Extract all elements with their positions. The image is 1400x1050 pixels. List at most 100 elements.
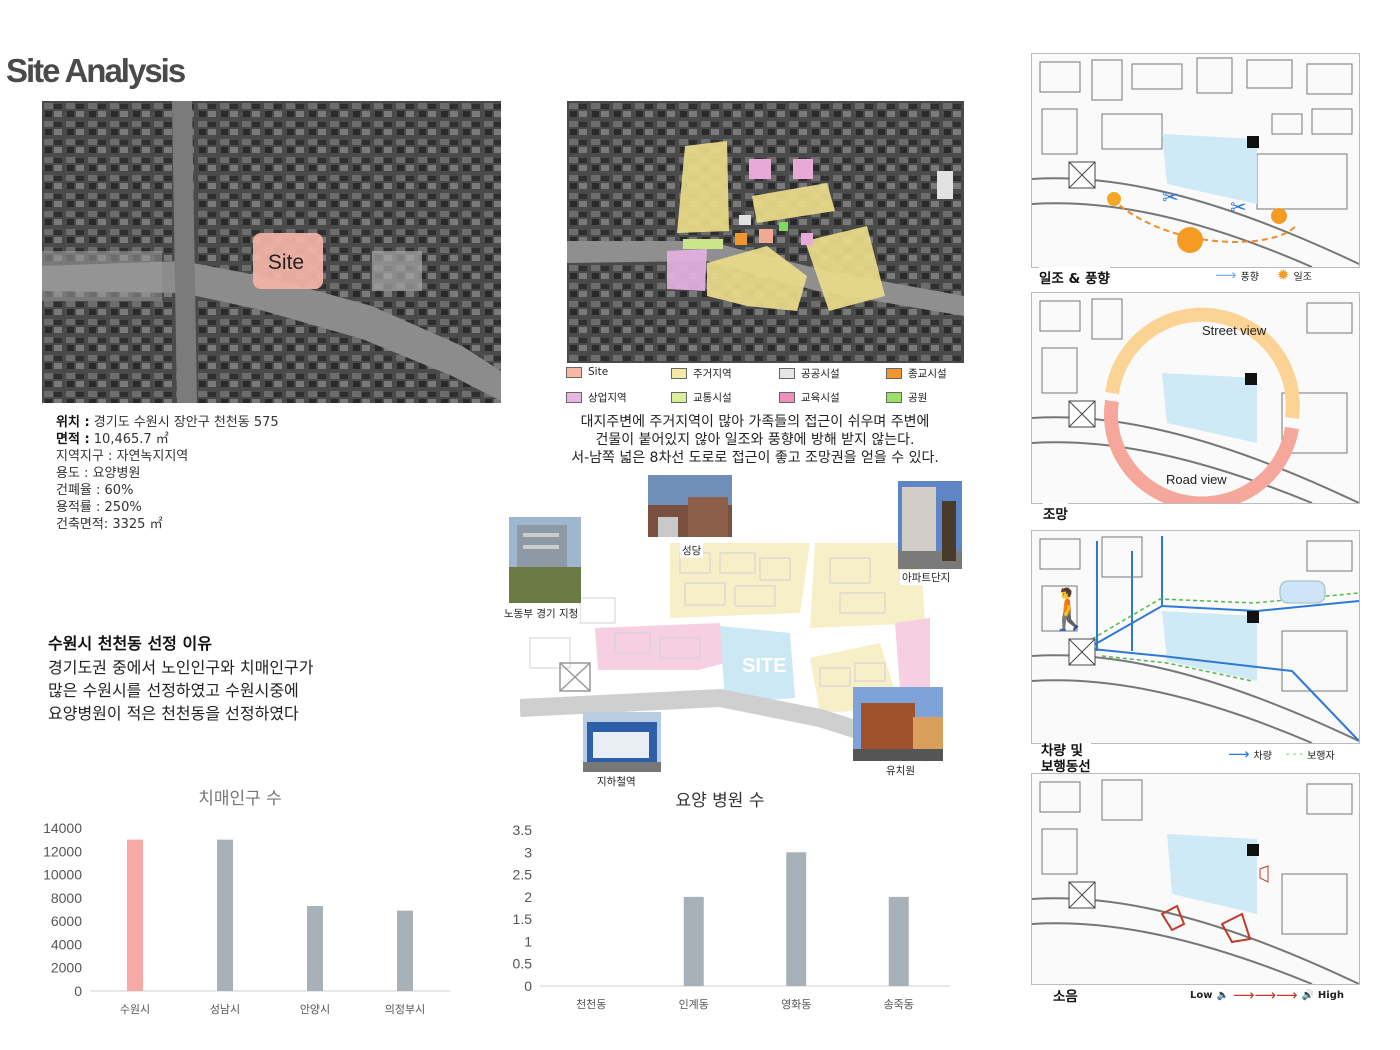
- view-panel: Street view Road view: [1031, 292, 1360, 504]
- legend-swatch: [671, 392, 687, 403]
- hospital-bar-chart: 0 0.5 1 1.5 2 2.5 3 3.5 천천동 인계동 영화동 송죽동: [513, 822, 950, 1011]
- kindergarten-label: 유치원: [884, 763, 917, 778]
- x-tick-label: 의정부시: [385, 1003, 425, 1016]
- apartment-label: 아파트단지: [900, 570, 953, 585]
- svg-text:✂: ✂: [1230, 195, 1247, 219]
- legend-swatch: [886, 392, 902, 403]
- noise-legend: Low 🔈 ⟶⟶⟶ 🔊 High: [1190, 986, 1344, 1004]
- x-tick-label: 송죽동: [884, 998, 914, 1011]
- wind-legend-label: 풍향: [1240, 271, 1259, 283]
- legend-item: 공원: [886, 390, 927, 405]
- bar: [397, 910, 413, 991]
- aerial-site-label: Site: [268, 251, 304, 274]
- hospital-chart-title: 요양 병원 수: [675, 791, 765, 811]
- site-info: 위치 : 경기도 수원시 장안구 천천동 575 면적 : 10,465.7 ㎡…: [56, 414, 279, 533]
- y-tick-label: 2000: [51, 960, 82, 976]
- legend-item: 교육시설: [779, 390, 840, 405]
- info-location: 위치 : 경기도 수원시 장안구 천천동 575: [56, 415, 279, 430]
- noise-panel: [1031, 773, 1360, 985]
- info-use: 용도 : 요양병원: [56, 466, 141, 481]
- y-tick-label: 2: [524, 889, 532, 905]
- pedestrian-icon: 🚶: [1044, 586, 1094, 633]
- legend-item: 공공시설: [779, 366, 840, 381]
- y-tick-label: 12000: [43, 843, 82, 859]
- y-tick-label: 0.5: [513, 956, 533, 972]
- sun-legend-label: 일조: [1293, 271, 1312, 283]
- legend-label: 교육시설: [801, 392, 840, 404]
- high-label: High: [1317, 989, 1344, 1001]
- pedestrian-line-icon: - - -: [1285, 748, 1304, 760]
- dementia-bar-chart: 0 2000 4000 6000 8000 10000 12000 14000 수원시 성남시 안양…: [43, 820, 450, 1016]
- y-tick-label: 4000: [51, 936, 82, 952]
- y-tick-label: 3.5: [513, 822, 533, 838]
- y-tick-label: 8000: [51, 890, 82, 906]
- y-tick-label: 6000: [51, 913, 82, 929]
- car-icon: [1279, 580, 1326, 604]
- desc-line-1: 대지주변에 주거지역이 많아 가족들의 접근이 쉬우며 주변에: [580, 414, 930, 430]
- legend-swatch: [566, 392, 582, 403]
- aerial-photo: Site: [42, 101, 501, 403]
- kindergarten-photo: [853, 687, 943, 761]
- legend-label: 공공시설: [801, 368, 840, 380]
- legend-label: 교통시설: [693, 392, 732, 404]
- x-tick-label: 천천동: [576, 997, 606, 1011]
- traffic-legend: ⟶ 차량 - - - 보행자: [1228, 745, 1335, 763]
- reason-line-2: 많은 수원시를 선정하였고 수원시중에: [48, 681, 299, 700]
- bar: [786, 852, 807, 986]
- y-tick-label: 1: [524, 933, 532, 949]
- noise-arrow-icon: ⟶⟶⟶: [1232, 986, 1298, 1004]
- zoning-map: [567, 101, 964, 363]
- high-speaker-icon: 🔊: [1301, 989, 1314, 1001]
- legend-item: 교통시설: [671, 390, 732, 405]
- svg-text:✂: ✂: [1162, 185, 1179, 209]
- y-tick-label: 0: [524, 978, 532, 994]
- legend-item: 종교시설: [886, 366, 947, 381]
- info-far: 용적률 : 250%: [56, 500, 142, 515]
- legend-label: 종교시설: [908, 368, 947, 380]
- x-tick-label: 수원시: [120, 1003, 150, 1016]
- reason-line-1: 경기도권 중에서 노인인구와 치매인구가: [48, 658, 314, 677]
- labor-office-label: 노동부 경기 지청: [502, 606, 581, 621]
- reason-line-3: 요양병원이 적은 천천동을 선정하였다: [48, 704, 299, 723]
- y-tick-label: 2.5: [513, 867, 533, 883]
- pedestrian-legend-label: 보행자: [1307, 750, 1335, 762]
- y-tick-label: 0: [74, 983, 82, 999]
- wind-arrow-icon: ⟶: [1215, 266, 1237, 284]
- legend-swatch: [779, 368, 795, 379]
- bar: [127, 839, 143, 991]
- bar: [888, 896, 909, 986]
- street-view-label: Street view: [1202, 323, 1267, 338]
- info-building-area: 건축면적: 3325 ㎡: [56, 517, 163, 532]
- sun-wind-label: 일조 & 풍향: [1039, 267, 1110, 287]
- speaker-icon: [1220, 912, 1252, 944]
- legend-label: Site: [588, 366, 609, 378]
- legend-label: 공원: [908, 392, 928, 404]
- legend-label: 주거지역: [693, 368, 732, 380]
- info-area: 면적 : 10,465.7 ㎡: [56, 432, 169, 447]
- legend-label: 상업지역: [588, 392, 627, 404]
- sun-icon: ✹: [1276, 266, 1290, 284]
- zoning-description: 대지주변에 주거지역이 많아 가족들의 접근이 쉬우며 주변에 건물이 붙어있지…: [520, 413, 990, 467]
- bar: [307, 906, 323, 991]
- apartment-photo: [898, 481, 962, 569]
- dementia-chart-title: 치매인구 수: [198, 789, 282, 809]
- sun-wind-panel: ✂ ✂: [1031, 53, 1360, 268]
- bar: [217, 839, 233, 991]
- low-label: Low: [1190, 989, 1213, 1001]
- legend-swatch: [886, 368, 902, 379]
- page-title: Site Analysis: [6, 52, 186, 89]
- speaker-icon: [1259, 865, 1269, 883]
- bar: [683, 896, 704, 986]
- legend-swatch: [671, 368, 687, 379]
- reason-text: 경기도권 중에서 노인인구와 치매인구가 많은 수원시를 선정하였고 수원시중에…: [48, 656, 428, 725]
- y-tick-label: 1.5: [513, 911, 533, 927]
- road-view-label: Road view: [1166, 472, 1227, 487]
- noise-label: 소음: [1053, 985, 1078, 1005]
- desc-line-2: 건물이 붙어있지 않아 일조와 풍향에 방해 받지 않는다.: [595, 432, 915, 448]
- x-tick-label: 영화동: [781, 998, 811, 1011]
- church-photo: [648, 475, 732, 537]
- church-label: 성당: [680, 543, 704, 558]
- y-tick-label: 14000: [43, 820, 82, 836]
- legend-item: Site: [566, 366, 608, 378]
- speaker-icon: [1160, 904, 1186, 932]
